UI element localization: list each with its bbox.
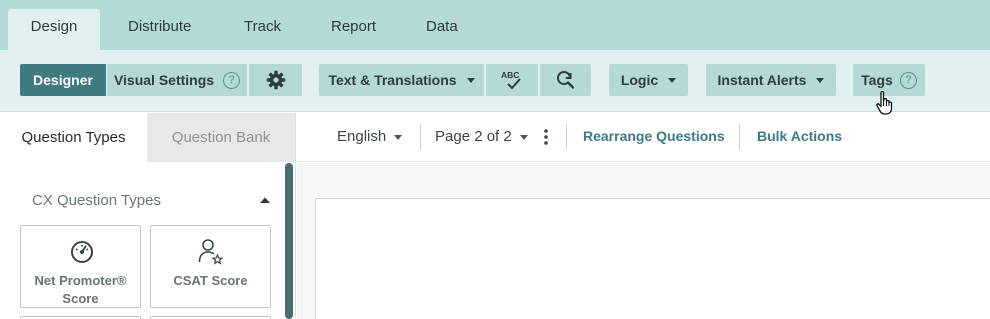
question-block[interactable] xyxy=(315,198,990,319)
search-replace-button[interactable] xyxy=(539,64,591,96)
spellcheck-icon: ABC xyxy=(501,70,521,90)
section-title: CX Question Types xyxy=(32,192,161,209)
settings-button[interactable] xyxy=(248,64,302,96)
top-navigation-bar: Design Distribute Track Report Data xyxy=(0,0,990,50)
chevron-down-icon xyxy=(394,134,403,140)
question-type-csat[interactable]: CSAT Score xyxy=(150,225,271,308)
instant-alerts-button[interactable]: Instant Alerts xyxy=(706,64,836,96)
person-star-icon xyxy=(198,239,224,265)
tab-question-bank[interactable]: Question Bank xyxy=(147,113,295,162)
language-label: English xyxy=(337,128,387,145)
chevron-down-icon xyxy=(466,77,475,83)
bulk-actions-link[interactable]: Bulk Actions xyxy=(757,113,842,162)
page-label: Page 2 of 2 xyxy=(435,128,512,145)
search-refresh-icon xyxy=(556,71,574,89)
tab-question-types[interactable]: Question Types xyxy=(0,113,147,162)
question-type-net-promoter[interactable]: Net Promoter® Score xyxy=(20,225,141,308)
visual-settings-label: Visual Settings xyxy=(113,72,215,88)
logic-label: Logic xyxy=(620,72,659,88)
collapse-section-icon[interactable] xyxy=(259,196,271,204)
divider xyxy=(739,124,740,150)
svg-text:ABC: ABC xyxy=(501,70,519,80)
tab-data[interactable]: Data xyxy=(406,9,478,50)
help-icon: ? xyxy=(899,71,917,89)
panel-scrollbar[interactable] xyxy=(285,163,293,319)
chevron-down-icon xyxy=(816,77,825,83)
hand-pointer-icon xyxy=(876,90,893,115)
tab-track[interactable]: Track xyxy=(224,9,301,50)
tab-design[interactable]: Design xyxy=(8,9,100,50)
logic-button[interactable]: Logic xyxy=(609,64,688,96)
gear-icon xyxy=(266,70,285,90)
card-label: CSAT Score xyxy=(173,273,248,288)
visual-settings-button[interactable]: Visual Settings ? xyxy=(106,64,247,96)
tags-label: Tags xyxy=(861,72,893,88)
language-dropdown[interactable]: English xyxy=(337,113,403,162)
page-options-button[interactable] xyxy=(544,113,556,162)
speedometer-icon xyxy=(71,241,93,263)
help-icon: ? xyxy=(223,71,241,89)
divider xyxy=(420,124,421,150)
survey-toolbar: English Page 2 of 2 Rearrange Questions … xyxy=(297,113,990,162)
chevron-down-icon xyxy=(668,77,677,83)
page-dropdown[interactable]: Page 2 of 2 xyxy=(435,113,528,162)
card-label: Net Promoter® Score xyxy=(34,273,127,306)
tab-distribute[interactable]: Distribute xyxy=(108,9,211,50)
design-toolbar: Designer Visual Settings ? Text & Transl… xyxy=(0,50,990,112)
text-translations-label: Text & Translations xyxy=(328,72,457,88)
designer-label: Designer xyxy=(33,72,93,88)
spellcheck-button[interactable]: ABC xyxy=(485,64,538,96)
chevron-down-icon xyxy=(519,134,528,140)
instant-alerts-label: Instant Alerts xyxy=(717,72,807,88)
rearrange-questions-link[interactable]: Rearrange Questions xyxy=(583,113,725,162)
kebab-menu-icon xyxy=(544,129,548,145)
tab-report[interactable]: Report xyxy=(311,9,396,50)
divider xyxy=(566,124,567,150)
designer-button[interactable]: Designer xyxy=(20,64,106,96)
text-translations-button[interactable]: Text & Translations xyxy=(319,64,484,96)
